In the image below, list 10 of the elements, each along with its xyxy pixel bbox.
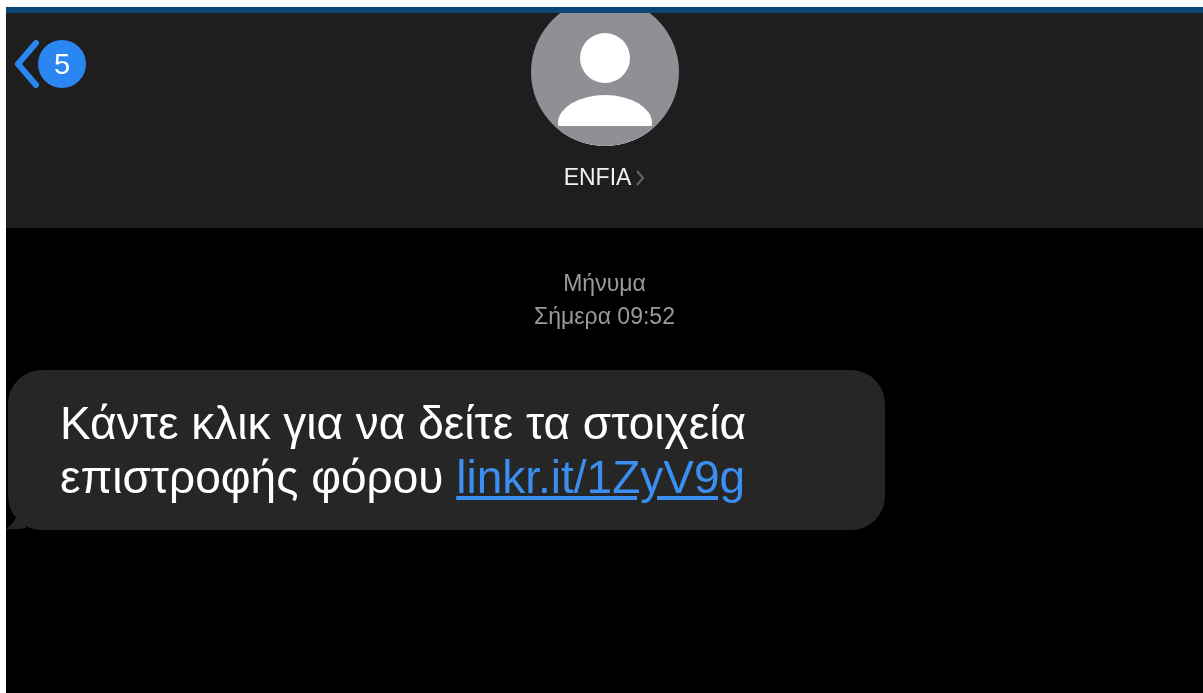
back-button[interactable]: 5	[12, 39, 86, 89]
message-text: Κάντε κλικ για να δείτε τα στοιχεία επιστροφής φόρου linkr.it/1ZyV9g	[60, 396, 747, 504]
chevron-icon	[635, 168, 646, 187]
contact-name[interactable]: ENFIA	[563, 164, 646, 191]
service-label: Μήνυμα	[563, 270, 646, 297]
chevron-icon	[12, 39, 42, 89]
unread-badge: 5	[38, 40, 86, 88]
avatar-icon	[530, 13, 679, 146]
message-link[interactable]: linkr.it/1ZyV9g	[456, 451, 746, 503]
message-timestamp: Σήμερα 09:52	[534, 303, 675, 330]
